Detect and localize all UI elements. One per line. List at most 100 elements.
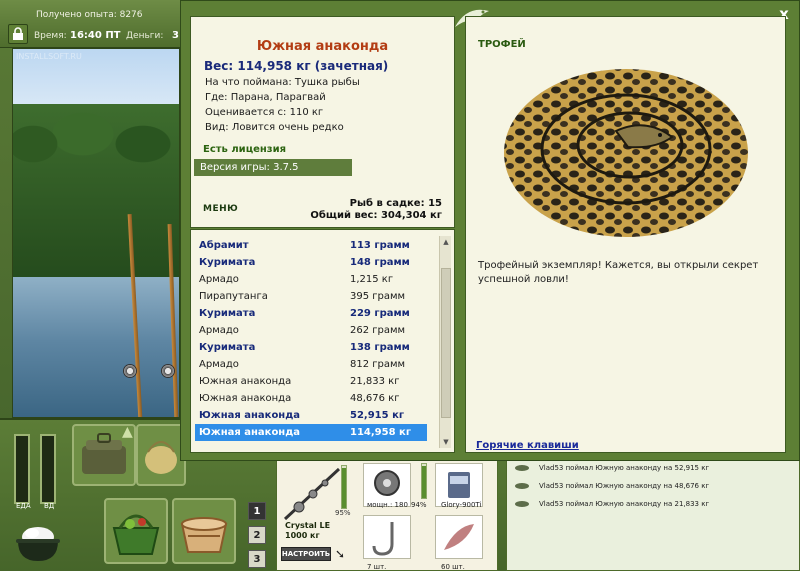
food-meter: [14, 434, 30, 504]
event-log: Vlad53 поймал Южную анаконду на 52,915 к…: [506, 458, 800, 571]
hotkeys-link[interactable]: Горячие клавиши: [476, 440, 579, 451]
fish-info-panel: Южная анаконда Вес: 114,958 кг (зачетная…: [190, 16, 455, 228]
reel-left-icon: [123, 364, 137, 378]
hook-slot[interactable]: [363, 515, 411, 559]
catch-row[interactable]: Куримата 138 грамм: [195, 339, 427, 356]
catch-fish-name: Южная анаконда: [199, 410, 301, 421]
rod-percent: 95%: [335, 509, 351, 517]
page-button-2[interactable]: 2: [248, 526, 266, 544]
water-meter-label: ВД: [44, 502, 55, 510]
reel-percent: 94%: [411, 501, 427, 509]
catch-fish-name: Армадо: [199, 359, 239, 370]
fish-title: Южная анаконда: [256, 39, 389, 54]
time-label: Время:: [34, 31, 67, 41]
catch-row[interactable]: Южная анаконда 21,833 кг: [195, 373, 427, 390]
catch-basket-button[interactable]: [104, 498, 168, 564]
gear-panel: 95% Crystal LE 1000 кг НАСТРОИТЬ ➘ мощн.…: [276, 458, 498, 571]
menu-button[interactable]: МЕНЮ: [203, 204, 238, 214]
catch-row[interactable]: Южная анаконда 52,915 кг: [195, 407, 427, 424]
catch-row[interactable]: Армадо 262 грамм: [195, 322, 427, 339]
rod-slot[interactable]: [279, 463, 349, 529]
catch-row[interactable]: Южная анаконда 114,958 кг: [195, 424, 427, 441]
water-meter: [40, 434, 56, 504]
catch-fish-weight: 262 грамм: [350, 325, 406, 336]
game-version: Версия игры: 3.7.5: [194, 159, 352, 176]
catch-fish-name: Куримата: [199, 308, 256, 319]
scroll-down-icon[interactable]: ▼: [440, 436, 452, 448]
lure-slot[interactable]: [435, 515, 483, 559]
reel-durability-fill: [422, 466, 426, 498]
reel-right-icon: [161, 364, 175, 378]
time-value: 16:40 ПТ: [70, 30, 121, 41]
reel-power: мощн.: 180: [367, 501, 408, 509]
catch-fish-name: Армадо: [199, 274, 239, 285]
log-line: Vlad53 поймал Южную анаконду на 21,833 к…: [515, 496, 709, 512]
total-weight: Общий вес: 304,304 кг: [310, 210, 442, 221]
watermark: INSTALLSOFT.RU: [16, 52, 82, 61]
catch-fish-weight: 52,915 кг: [350, 410, 405, 421]
fishing-view[interactable]: [12, 48, 180, 418]
fish-icon: [515, 501, 529, 507]
rod-name: Crystal LE: [285, 521, 331, 530]
food-meter-label: ЕДА: [16, 502, 31, 510]
catch-row[interactable]: Пирапутанга 395 грамм: [195, 288, 427, 305]
scroll-thumb[interactable]: [441, 268, 451, 418]
catch-fish-name: Южная анаконда: [199, 376, 292, 387]
fish-icon: [515, 465, 529, 471]
trophy-message: Трофейный экземпляр! Кажется, вы открыли…: [478, 260, 759, 285]
catch-fish-weight: 113 грамм: [350, 240, 410, 251]
trophy-label: ТРОФЕЙ: [478, 39, 526, 50]
catch-fish-weight: 148 грамм: [350, 257, 410, 268]
experience-text: Получено опыта: 8276: [36, 10, 143, 20]
status-bar: Получено опыта: 8276 Время: 16:40 ПТ Ден…: [0, 0, 180, 48]
catch-row[interactable]: Куримата 148 грамм: [195, 254, 427, 271]
scroll-up-icon[interactable]: ▲: [440, 236, 452, 248]
page-button-1[interactable]: 1: [248, 502, 266, 520]
catch-fish-weight: 1,215 кг: [350, 274, 394, 285]
setup-button[interactable]: НАСТРОИТЬ: [281, 547, 331, 561]
catch-fish-weight: 114,958 кг: [350, 427, 412, 438]
catch-row[interactable]: Южная анаконда 48,676 кг: [195, 390, 427, 407]
fish-icon: [515, 483, 529, 489]
bait-bucket-button[interactable]: [136, 424, 186, 486]
trophy-dialog: x Южная анаконда Вес: 114,958 кг (зачетн…: [180, 0, 800, 461]
money-label: Деньги:: [126, 31, 164, 41]
keepnet-count: Рыб в садке: 15: [349, 198, 442, 209]
catch-fish-weight: 138 грамм: [350, 342, 410, 353]
water: [13, 277, 179, 417]
bait-info: На что поймана: Тушка рыбы: [205, 77, 360, 88]
catch-row[interactable]: Армадо 1,215 кг: [195, 271, 427, 288]
log-line: Vlad53 поймал Южную анаконду на 48,676 к…: [515, 478, 709, 494]
reel-durability-bar: [421, 463, 427, 499]
catch-row[interactable]: Куримата 229 грамм: [195, 305, 427, 322]
location-info: Где: Парана, Парагвай: [205, 92, 326, 103]
catch-list: Абрамит 113 грамм Куримата 148 грамм Армадо 1…: [195, 237, 427, 441]
anaconda-image: [496, 57, 756, 242]
license-status: Есть лицензия: [203, 144, 287, 155]
rod-durability-bar: [341, 465, 347, 509]
lure-count: 60 шт.: [441, 563, 465, 571]
cooking-pot-icon[interactable]: [8, 512, 68, 570]
catch-row[interactable]: Армадо 812 грамм: [195, 356, 427, 373]
catch-fish-weight: 395 грамм: [350, 291, 406, 302]
catch-fish-weight: 21,833 кг: [350, 376, 400, 387]
money-value: 3: [172, 30, 179, 41]
log-line: Vlad53 поймал Южную анаконду на 52,915 к…: [515, 460, 709, 476]
lock-icon[interactable]: [8, 24, 28, 44]
catch-list-panel: Абрамит 113 грамм Куримата 148 грамм Армадо 1…: [190, 229, 455, 453]
catch-scrollbar[interactable]: ▲ ▼: [439, 236, 451, 448]
catch-fish-name: Абрамит: [199, 240, 249, 251]
log-text: Vlad53 поймал Южную анаконду на 21,833 к…: [539, 500, 710, 508]
fish-weight: Вес: 114,958 кг (зачетная): [204, 59, 389, 73]
catch-fish-weight: 229 грамм: [350, 308, 410, 319]
catch-row[interactable]: Абрамит 113 грамм: [195, 237, 427, 254]
log-text: Vlad53 поймал Южную анаконду на 52,915 к…: [539, 464, 710, 472]
catch-fish-name: Куримата: [199, 342, 256, 353]
arrow-icon[interactable]: ➘: [335, 547, 345, 561]
hook-count: 7 шт.: [367, 563, 387, 571]
page-button-3[interactable]: 3: [248, 550, 266, 568]
tree-line: [13, 104, 179, 284]
catch-fish-weight: 812 грамм: [350, 359, 406, 370]
wash-tub-button[interactable]: [172, 498, 236, 564]
log-text: Vlad53 поймал Южную анаконду на 48,676 к…: [539, 482, 710, 490]
